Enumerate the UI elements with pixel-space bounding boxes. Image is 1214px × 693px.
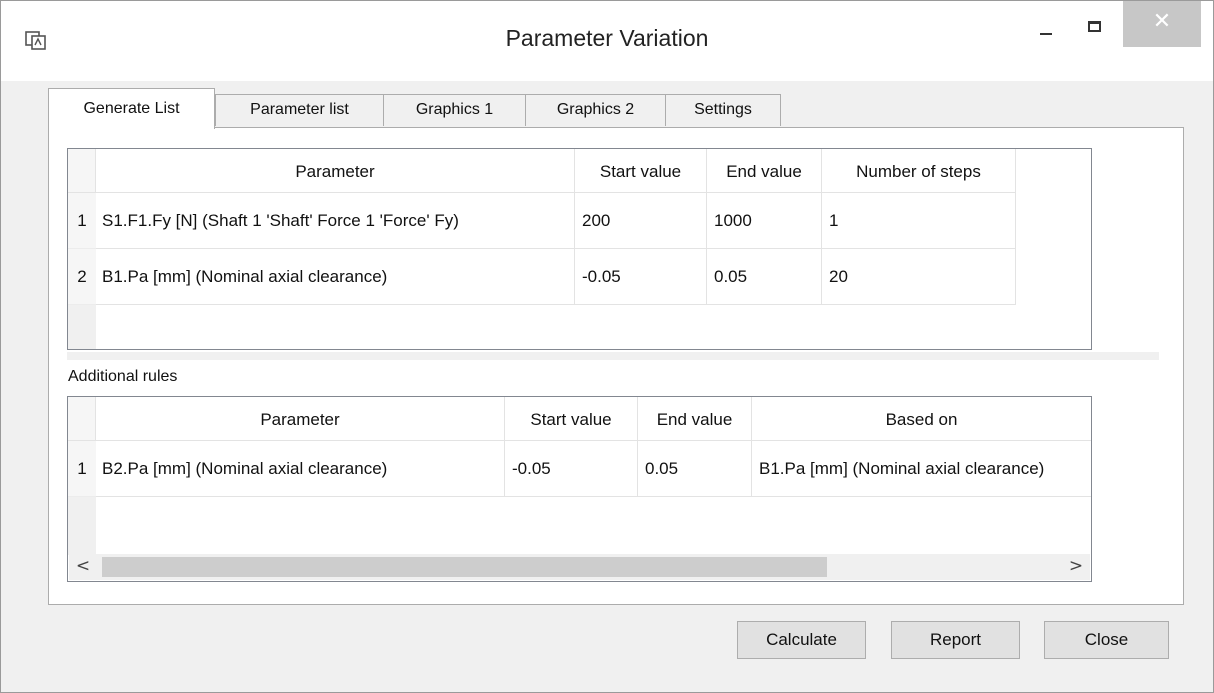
tab-parameter-list[interactable]: Parameter list <box>215 94 384 126</box>
table-cell-end-value[interactable]: 0.05 <box>638 441 752 497</box>
scroll-left-icon[interactable]: < <box>71 556 95 578</box>
table-cell-based-on[interactable]: B1.Pa [mm] (Nominal axial clearance) <box>752 441 1091 497</box>
row-header[interactable]: 1 <box>68 193 96 249</box>
column-header-parameter[interactable]: Parameter <box>96 397 505 441</box>
table-corner <box>68 149 96 193</box>
scrollbar-thumb[interactable] <box>102 557 827 577</box>
column-header-end-value[interactable]: End value <box>707 149 822 193</box>
maximize-button[interactable] <box>1071 1 1121 45</box>
additional-rules-label: Additional rules <box>68 368 178 385</box>
table-cell-parameter[interactable]: S1.F1.Fy [N] (Shaft 1 'Shaft' Force 1 'F… <box>96 193 575 249</box>
tab-generate-list[interactable]: Generate List <box>48 88 215 129</box>
table-corner <box>68 397 96 441</box>
column-header-based-on[interactable]: Based on <box>752 397 1091 441</box>
calculate-button[interactable]: Calculate <box>737 621 866 659</box>
column-header-start-value[interactable]: Start value <box>505 397 638 441</box>
column-header-end-value[interactable]: End value <box>638 397 752 441</box>
table-cell-start-value[interactable]: 200 <box>575 193 707 249</box>
minimize-button[interactable] <box>1021 1 1071 45</box>
row-header-empty <box>68 305 96 349</box>
parameters-table[interactable]: Parameter Start value End value Number o… <box>67 148 1092 350</box>
column-header-number-of-steps[interactable]: Number of steps <box>822 149 1016 193</box>
table-cell-start-value[interactable]: -0.05 <box>575 249 707 305</box>
column-header-start-value[interactable]: Start value <box>575 149 707 193</box>
table-cell-number-of-steps[interactable]: 20 <box>822 249 1016 305</box>
table-cell-end-value[interactable]: 1000 <box>707 193 822 249</box>
row-header[interactable]: 2 <box>68 249 96 305</box>
additional-rules-table[interactable]: Parameter Start value End value Based on… <box>67 396 1092 582</box>
splitter[interactable] <box>67 352 1159 360</box>
scroll-right-icon[interactable]: > <box>1064 556 1088 578</box>
row-header[interactable]: 1 <box>68 441 96 497</box>
generate-list-panel: Parameter Start value End value Number o… <box>48 127 1184 605</box>
title-bar: Parameter Variation ✕ <box>1 1 1213 81</box>
column-header-parameter[interactable]: Parameter <box>96 149 575 193</box>
tab-settings[interactable]: Settings <box>665 94 781 126</box>
window-close-button[interactable]: ✕ <box>1123 1 1201 47</box>
tab-graphics-2[interactable]: Graphics 2 <box>525 94 666 126</box>
table-cell-parameter[interactable]: B2.Pa [mm] (Nominal axial clearance) <box>96 441 505 497</box>
row-header-empty <box>68 497 96 555</box>
table-cell-parameter[interactable]: B1.Pa [mm] (Nominal axial clearance) <box>96 249 575 305</box>
horizontal-scrollbar[interactable]: < > <box>69 554 1090 580</box>
tab-graphics-1[interactable]: Graphics 1 <box>383 94 526 126</box>
table-cell-start-value[interactable]: -0.05 <box>505 441 638 497</box>
close-button[interactable]: Close <box>1044 621 1169 659</box>
table-cell-number-of-steps[interactable]: 1 <box>822 193 1016 249</box>
close-icon: ✕ <box>1152 9 1172 34</box>
table-cell-end-value[interactable]: 0.05 <box>707 249 822 305</box>
parameter-variation-window: Parameter Variation ✕ Generate List Para… <box>0 0 1214 693</box>
report-button[interactable]: Report <box>891 621 1020 659</box>
